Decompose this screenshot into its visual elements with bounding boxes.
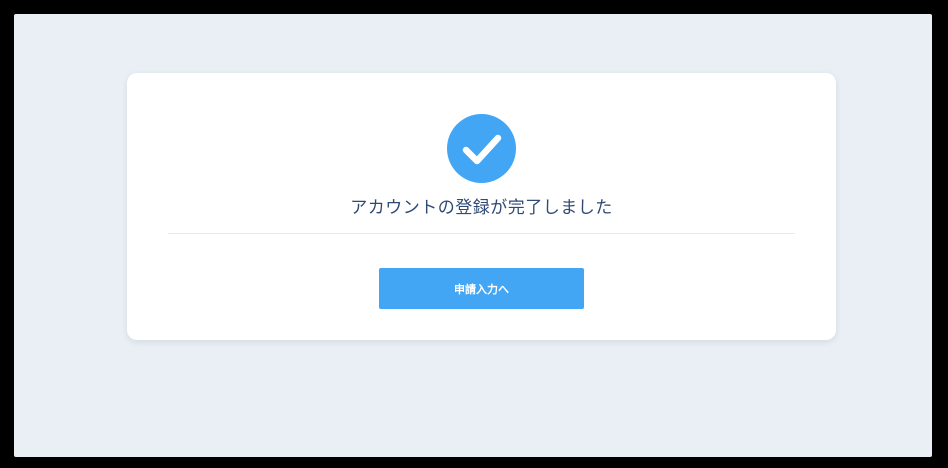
go-to-application-button[interactable]: 申請入力へ — [379, 268, 584, 309]
page-background: アカウントの登録が完了しました 申請入力へ — [14, 14, 932, 457]
divider — [168, 233, 795, 234]
completion-card: アカウントの登録が完了しました 申請入力へ — [127, 73, 836, 340]
checkmark-icon — [462, 134, 502, 165]
completion-message: アカウントの登録が完了しました — [350, 198, 613, 218]
success-checkmark-icon — [447, 114, 516, 183]
